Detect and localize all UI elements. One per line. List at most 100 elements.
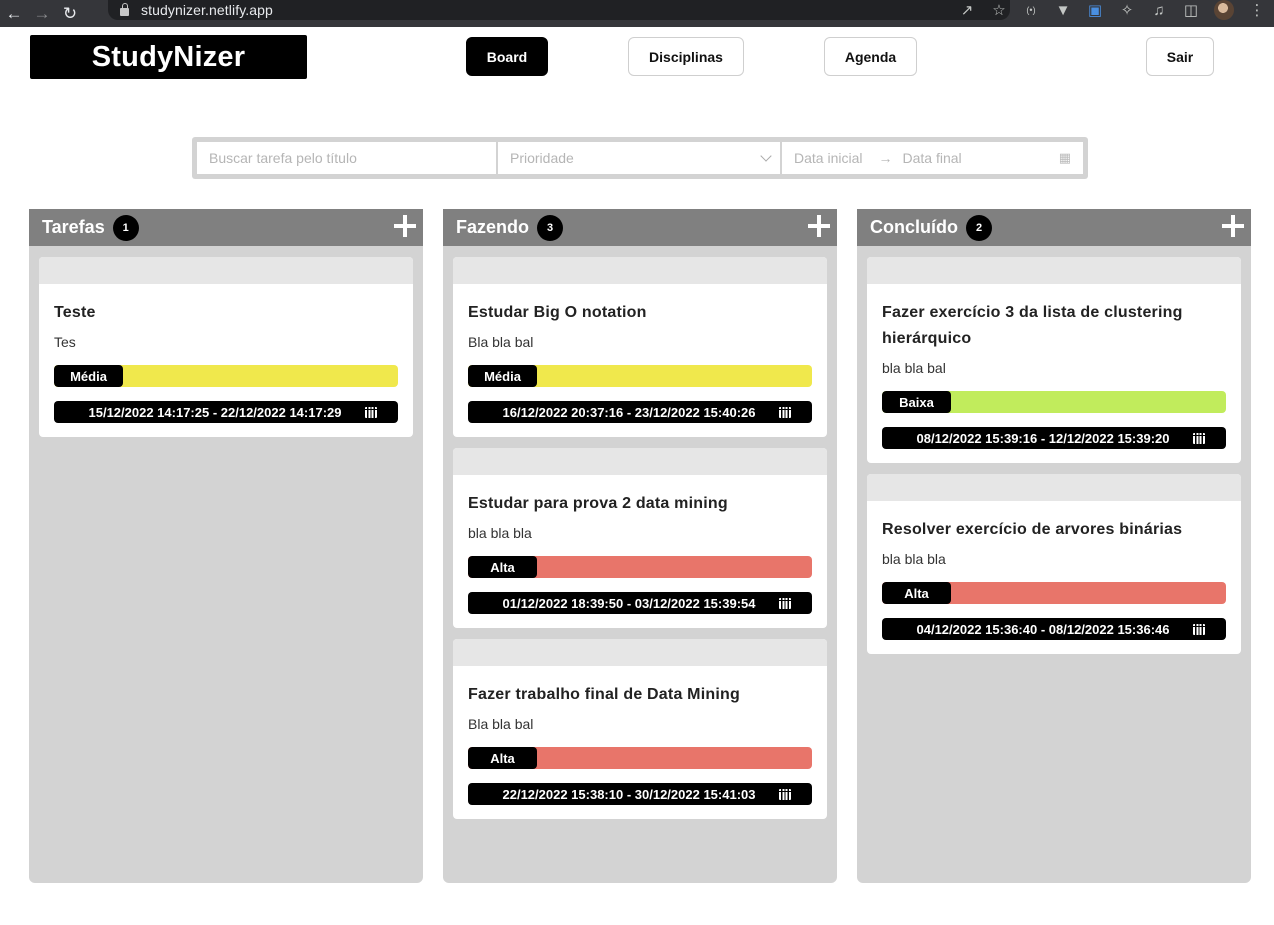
priority-bar: Baixa (882, 391, 1226, 413)
column-title: Fazendo (456, 217, 530, 237)
priority-label: Média (468, 365, 537, 387)
column-count-badge: 1 (112, 214, 139, 241)
column-header: Tarefas 1 (29, 209, 423, 246)
task-card[interactable]: Fazer exercício 3 da lista de clustering… (867, 257, 1241, 463)
search-input[interactable]: Buscar tarefa pelo título (197, 142, 498, 174)
column-header: Concluído 2 (857, 209, 1251, 246)
date-range-badge: 16/12/2022 20:37:16 - 23/12/2022 15:40:2… (468, 401, 812, 423)
browser-extensions: ↗ ☆ (•) ▼ ▣ ✧ ♫ ◫ ⋮ (958, 0, 1266, 20)
media-control-icon[interactable]: ♫ (1150, 2, 1168, 19)
nav-board-button[interactable]: Board (466, 37, 548, 76)
share-icon[interactable]: ↗ (958, 1, 976, 19)
date-range-badge: 15/12/2022 14:17:25 - 22/12/2022 14:17:2… (54, 401, 398, 423)
priority-bar: Média (54, 365, 398, 387)
date-range-text: 16/12/2022 20:37:16 - 23/12/2022 15:40:2… (502, 404, 756, 420)
date-start-placeholder[interactable]: Data inicial (794, 150, 862, 166)
column-count-badge: 3 (537, 214, 564, 241)
url-text: studynizer.netlify.app (141, 2, 273, 18)
priority-select[interactable]: Prioridade (498, 142, 782, 174)
priority-label: Alta (882, 582, 951, 604)
extension-badge-icon[interactable]: (•) (1022, 5, 1040, 15)
date-range-picker[interactable]: Data inicial → Data final ▦ (782, 142, 1083, 174)
address-bar[interactable]: studynizer.netlify.app (108, 0, 1010, 20)
screenshot-extension-icon[interactable]: ▣ (1086, 1, 1104, 19)
date-range-text: 01/12/2022 18:39:50 - 03/12/2022 15:39:5… (502, 595, 756, 611)
card-list: Teste Tes Média 15/12/2022 14:17:25 - 22/12… (29, 246, 423, 437)
card-drag-handle[interactable] (867, 257, 1241, 284)
card-body: Fazer exercício 3 da lista de clustering… (867, 284, 1241, 463)
date-range-badge: 01/12/2022 18:39:50 - 03/12/2022 15:39:5… (468, 592, 812, 614)
task-card[interactable]: Fazer trabalho final de Data Mining Bla b… (453, 639, 827, 819)
date-range-text: 22/12/2022 15:38:10 - 30/12/2022 15:41:0… (502, 786, 756, 802)
priority-label: Baixa (882, 391, 951, 413)
reload-icon[interactable]: ↻ (56, 0, 84, 27)
back-arrow-icon[interactable]: ← (0, 0, 28, 27)
card-drag-handle[interactable] (867, 474, 1241, 501)
card-body: Teste Tes Média 15/12/2022 14:17:25 - 22/12… (39, 284, 413, 437)
add-task-plus-icon[interactable] (1222, 215, 1244, 237)
card-description: Tes (54, 334, 76, 350)
vue-devtools-icon[interactable]: ▼ (1054, 2, 1072, 19)
card-description: Bla bla bal (468, 334, 534, 350)
card-list: Fazer exercício 3 da lista de clustering… (857, 246, 1251, 654)
calendar-icon[interactable] (779, 597, 791, 609)
date-range-badge: 22/12/2022 15:38:10 - 30/12/2022 15:41:0… (468, 783, 812, 805)
priority-bar: Alta (882, 582, 1226, 604)
card-title: Estudar para prova 2 data mining (468, 495, 728, 512)
card-drag-handle[interactable] (453, 639, 827, 666)
add-task-plus-icon[interactable] (394, 215, 416, 237)
card-body: Estudar para prova 2 data mining bla bla … (453, 475, 827, 628)
card-description: bla bla bal (882, 360, 946, 376)
add-task-plus-icon[interactable] (808, 215, 830, 237)
column-title: Concluído (870, 217, 958, 237)
priority-bar: Alta (468, 556, 812, 578)
nav-disciplinas-button[interactable]: Disciplinas (628, 37, 744, 76)
menu-dots-icon[interactable]: ⋮ (1248, 1, 1266, 19)
task-card[interactable]: Estudar para prova 2 data mining bla bla … (453, 448, 827, 628)
app-logo[interactable]: StudyNizer (30, 35, 307, 79)
search-placeholder: Buscar tarefa pelo título (209, 150, 357, 166)
date-end-placeholder[interactable]: Data final (902, 150, 961, 166)
calendar-icon[interactable] (365, 406, 377, 418)
calendar-icon[interactable] (779, 788, 791, 800)
star-icon[interactable]: ☆ (990, 1, 1008, 19)
date-range-badge: 08/12/2022 15:39:16 - 12/12/2022 15:39:2… (882, 427, 1226, 449)
calendar-icon[interactable] (779, 406, 791, 418)
column-count-badge: 2 (966, 214, 992, 241)
card-description: Bla bla bal (468, 716, 534, 732)
priority-label: Alta (468, 747, 537, 769)
card-description: bla bla bla (468, 525, 532, 541)
card-title: Estudar Big O notation (468, 304, 647, 321)
priority-bar: Média (468, 365, 812, 387)
lock-icon (120, 2, 129, 16)
side-panel-icon[interactable]: ◫ (1182, 1, 1200, 19)
card-description: bla bla bla (882, 551, 946, 567)
nav-agenda-button[interactable]: Agenda (824, 37, 917, 76)
card-drag-handle[interactable] (39, 257, 413, 284)
calendar-icon[interactable] (1193, 623, 1205, 635)
calendar-icon[interactable] (1193, 432, 1205, 444)
column-tarefas: Tarefas 1 Teste Tes Média 15/12/2022 14:17:25… (29, 209, 423, 883)
task-card[interactable]: Resolver exercício de arvores binárias bl… (867, 474, 1241, 654)
filter-bar: Buscar tarefa pelo título Prioridade Dat… (192, 137, 1088, 179)
card-title: Resolver exercício de arvores binárias (882, 521, 1183, 538)
card-drag-handle[interactable] (453, 257, 827, 284)
column-fazendo: Fazendo 3 Estudar Big O notation Bla bla ba… (443, 209, 837, 883)
column-title: Tarefas (42, 217, 105, 237)
logout-button[interactable]: Sair (1146, 37, 1214, 76)
forward-arrow-icon[interactable]: → (28, 0, 56, 27)
calendar-icon: ▦ (1058, 150, 1071, 165)
task-card[interactable]: Estudar Big O notation Bla bla bal Média 16… (453, 257, 827, 437)
priority-bar: Alta (468, 747, 812, 769)
profile-avatar[interactable] (1214, 0, 1234, 20)
chevron-down-icon (760, 150, 772, 162)
card-title: Fazer exercício 3 da lista de clustering… (882, 304, 1183, 347)
card-body: Fazer trabalho final de Data Mining Bla b… (453, 666, 827, 819)
task-card[interactable]: Teste Tes Média 15/12/2022 14:17:25 - 22/12… (39, 257, 413, 437)
date-range-text: 08/12/2022 15:39:16 - 12/12/2022 15:39:2… (916, 430, 1170, 446)
puzzle-icon[interactable]: ✧ (1118, 1, 1136, 19)
browser-toolbar: ← → ↻ studynizer.netlify.app ↗ ☆ (•) ▼ ▣… (0, 0, 1274, 27)
card-body: Resolver exercício de arvores binárias bl… (867, 501, 1241, 654)
card-drag-handle[interactable] (453, 448, 827, 475)
card-list: Estudar Big O notation Bla bla bal Média 16… (443, 246, 837, 819)
